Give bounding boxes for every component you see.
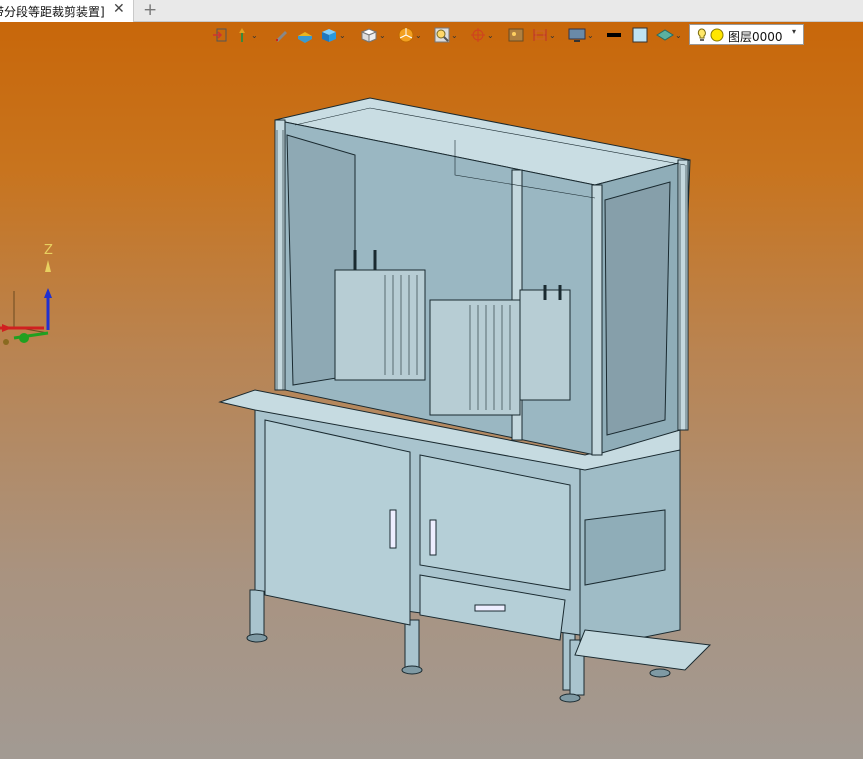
document-tab-bar: 带分段等距裁剪装置] ✕ + <box>0 0 863 22</box>
box-icon[interactable]: ⌄ <box>320 24 346 46</box>
render-icon[interactable] <box>508 24 524 46</box>
pen-icon[interactable] <box>274 24 288 46</box>
z-axis-label: Z <box>44 243 53 258</box>
light-icon <box>697 28 724 42</box>
dimension-icon[interactable]: ⌄ <box>532 24 556 46</box>
new-tab-button[interactable]: + <box>143 0 157 20</box>
leg <box>404 619 420 671</box>
style-icon[interactable]: ⌄ <box>656 24 682 46</box>
axis-triad: Z <box>0 243 53 345</box>
chevron-down-icon[interactable]: ▾ <box>792 27 796 36</box>
line-color-icon[interactable] <box>606 24 622 46</box>
leg <box>249 589 265 639</box>
pie-icon[interactable]: ⌄ <box>398 24 422 46</box>
layer-name: 图层0000 <box>728 30 783 44</box>
face-color-icon[interactable] <box>632 24 648 46</box>
cube-icon[interactable]: ⌄ <box>360 24 386 46</box>
snap-icon[interactable]: ⌄ <box>470 24 494 46</box>
close-icon[interactable]: ✕ <box>113 1 125 17</box>
layer-select[interactable]: 图层0000 ▾ <box>689 24 804 45</box>
document-tab[interactable]: 带分段等距裁剪装置] ✕ <box>0 0 134 22</box>
monitor-icon[interactable]: ⌄ <box>568 24 594 46</box>
fill-icon[interactable] <box>296 24 314 46</box>
zoom-icon[interactable]: ⌄ <box>434 24 458 46</box>
machine-model <box>218 97 712 703</box>
tab-title: 带分段等距裁剪装置] <box>0 5 105 19</box>
sketch-icon[interactable]: ⌄ <box>234 24 258 46</box>
view-icon[interactable] <box>212 24 228 46</box>
